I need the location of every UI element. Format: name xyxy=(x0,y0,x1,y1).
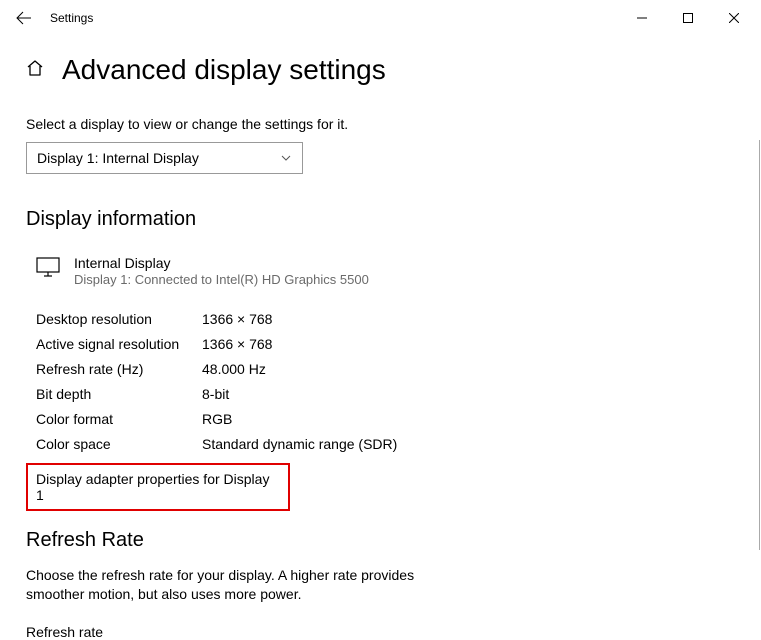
refresh-rate-section: Refresh Rate Choose the refresh rate for… xyxy=(26,529,735,640)
info-value: 1366 × 768 xyxy=(202,307,272,332)
titlebar: Settings xyxy=(0,0,761,36)
info-value: 8-bit xyxy=(202,382,229,407)
close-icon xyxy=(729,13,739,23)
info-label: Refresh rate (Hz) xyxy=(36,357,202,382)
info-value: RGB xyxy=(202,407,232,432)
page-title: Advanced display settings xyxy=(62,54,386,86)
content-area: Advanced display settings Select a displ… xyxy=(0,36,761,640)
info-value: 1366 × 768 xyxy=(202,332,272,357)
refresh-rate-heading: Refresh Rate xyxy=(26,529,735,552)
info-row: Refresh rate (Hz)48.000 Hz xyxy=(36,357,735,382)
info-label: Bit depth xyxy=(36,382,202,407)
close-button[interactable] xyxy=(711,0,757,36)
back-button[interactable] xyxy=(4,0,44,36)
info-value: Standard dynamic range (SDR) xyxy=(202,432,397,457)
dropdown-selected-value: Display 1: Internal Display xyxy=(37,150,199,166)
monitor-icon xyxy=(36,257,60,287)
info-row: Active signal resolution1366 × 768 xyxy=(36,332,735,357)
page-header: Advanced display settings xyxy=(26,54,735,86)
info-value: 48.000 Hz xyxy=(202,357,266,382)
minimize-icon xyxy=(637,13,647,23)
home-button[interactable] xyxy=(26,59,44,82)
display-information-heading: Display information xyxy=(26,208,735,231)
display-name: Internal Display xyxy=(74,255,369,271)
display-select-dropdown[interactable]: Display 1: Internal Display xyxy=(26,142,303,174)
arrow-left-icon xyxy=(16,10,32,26)
scrollbar[interactable] xyxy=(759,140,760,550)
info-label: Color format xyxy=(36,407,202,432)
refresh-rate-label: Refresh rate xyxy=(26,624,735,640)
info-row: Color formatRGB xyxy=(36,407,735,432)
info-row: Bit depth8-bit xyxy=(36,382,735,407)
info-label: Desktop resolution xyxy=(36,307,202,332)
refresh-rate-description: Choose the refresh rate for your display… xyxy=(26,566,426,604)
chevron-down-icon xyxy=(280,152,292,164)
window-controls xyxy=(619,0,757,36)
minimize-button[interactable] xyxy=(619,0,665,36)
display-info-table: Desktop resolution1366 × 768 Active sign… xyxy=(36,307,735,457)
display-adapter-properties-link[interactable]: Display adapter properties for Display 1 xyxy=(26,463,290,511)
info-row: Desktop resolution1366 × 768 xyxy=(36,307,735,332)
display-connection: Display 1: Connected to Intel(R) HD Grap… xyxy=(74,272,369,287)
maximize-icon xyxy=(683,13,693,23)
select-display-instruction: Select a display to view or change the s… xyxy=(26,116,735,132)
info-label: Color space xyxy=(36,432,202,457)
info-row: Color spaceStandard dynamic range (SDR) xyxy=(36,432,735,457)
display-summary: Internal Display Display 1: Connected to… xyxy=(36,255,735,287)
maximize-button[interactable] xyxy=(665,0,711,36)
home-icon xyxy=(26,59,44,77)
window-title: Settings xyxy=(50,11,93,25)
info-label: Active signal resolution xyxy=(36,332,202,357)
